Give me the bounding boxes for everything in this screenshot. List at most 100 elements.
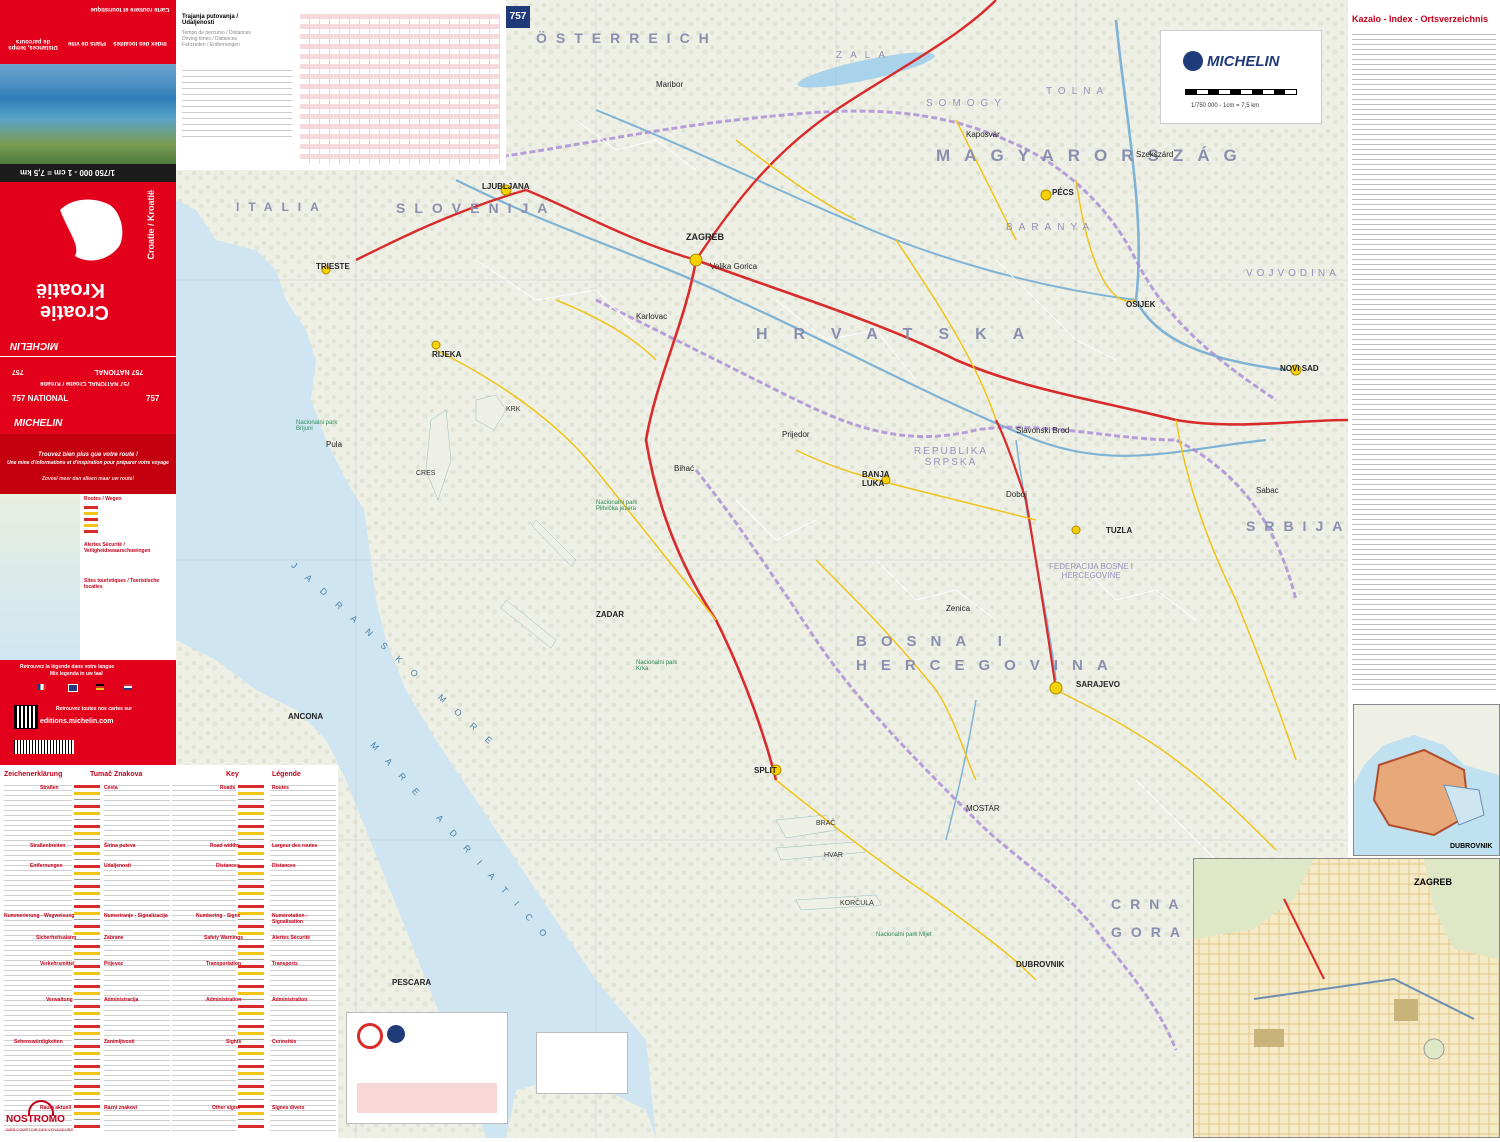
- legend-section: Razni znakovi: [104, 1105, 138, 1111]
- index-entries: [1352, 34, 1496, 694]
- city-label[interactable]: RIJEKA: [432, 350, 461, 359]
- cover-photo: [0, 64, 176, 164]
- cover-divider: [0, 356, 176, 357]
- city-label[interactable]: Sabac: [1256, 486, 1279, 495]
- scale-bar: [1185, 89, 1297, 95]
- park-label: Nacionalni park Mljet: [876, 932, 932, 938]
- country-label: SLOVENIJA: [396, 200, 557, 216]
- legend-swatch: [84, 506, 98, 536]
- cover-brand: MICHELIN: [10, 340, 59, 351]
- legend-section: Numérotation - Signalisation: [272, 913, 308, 925]
- city-label[interactable]: TUZLA: [1106, 526, 1132, 535]
- map-cover: Index des localités Plans de ville Dista…: [0, 0, 176, 765]
- region-label: SOMOGY: [926, 98, 1008, 109]
- cover-title-nl: Kroatië: [36, 279, 105, 301]
- city-label[interactable]: BANJA LUKA: [862, 470, 902, 488]
- flag-hr-icon[interactable]: [124, 684, 132, 690]
- city-label[interactable]: OSIJEK: [1126, 300, 1155, 309]
- bibendum-icon: [1183, 51, 1203, 71]
- city-label[interactable]: DUBROVNIK: [1016, 960, 1064, 969]
- place-index: Kazalo - Index - Ortsverzeichnis: [1348, 0, 1500, 705]
- cover-scale-strip: 1/750 000 - 1 cm = 7,5 km: [0, 164, 176, 182]
- cover-scale: 1/750 000 - 1 cm = 7,5 km: [20, 168, 115, 177]
- country-label: HRVATSKA: [756, 326, 1051, 343]
- zagreb-plan: [1194, 859, 1499, 1137]
- city-label[interactable]: Zenica: [946, 604, 970, 613]
- region-label: FEDERACIJA BOSNE I HERCEGOVINE: [1048, 562, 1134, 580]
- city-label[interactable]: SPLIT: [754, 766, 777, 775]
- city-label[interactable]: NOVI SAD: [1280, 364, 1319, 373]
- distance-title: Trajanja putovanja / Udaljenosti: [182, 14, 239, 26]
- country-label: ÖSTERREICH: [536, 30, 718, 46]
- city-label[interactable]: Kaposvár: [966, 130, 1000, 139]
- city-label[interactable]: Karlovac: [636, 312, 667, 321]
- city-label[interactable]: Pula: [326, 440, 342, 449]
- country-label: ITALIA: [236, 200, 328, 214]
- flag-uk-icon[interactable]: [68, 684, 78, 692]
- cover-series-line: 757 NATIONAL Croatie / Kroatië: [40, 380, 131, 386]
- cover-promo: Trouvez bien plus que votre route ! Une …: [0, 434, 176, 496]
- city-label[interactable]: LJUBLJANA: [482, 182, 530, 191]
- legend-section: Širina puteva: [104, 843, 136, 849]
- cover-line: Carte routière et touristique: [90, 6, 170, 12]
- legend-section: Sights: [226, 1039, 242, 1045]
- cover-legend: Routes / Wegen Alertes Sécurité / Veilig…: [0, 494, 176, 662]
- legend-section: Numeriranje - Signalizacija: [104, 913, 168, 919]
- region-label: ZALA: [836, 50, 894, 61]
- city-label[interactable]: PESCARA: [392, 978, 431, 987]
- park-label: Nacionalni park Brijuni: [296, 420, 338, 432]
- city-label[interactable]: ZADAR: [596, 610, 624, 619]
- city-label[interactable]: Doboj: [1006, 490, 1027, 499]
- lang-sub: Mix legenda in uw taal: [50, 671, 103, 677]
- info-box: [536, 1032, 628, 1094]
- island-label: KRK: [506, 406, 521, 413]
- legend-section: Safety Warnings: [204, 935, 243, 941]
- cover-number-rot: 757: [12, 368, 24, 375]
- legend-section: Entfernungen: [30, 863, 63, 869]
- legend-col-header: Key: [226, 771, 239, 778]
- legend-section: Administration: [206, 997, 242, 1003]
- cover-number: 757: [146, 394, 160, 403]
- city-label[interactable]: PÉCS: [1052, 188, 1074, 197]
- city-dot: [1049, 681, 1063, 695]
- flag-de-icon[interactable]: [96, 684, 104, 690]
- city-dot: [431, 340, 441, 350]
- map-logo-box: MICHELIN 1/750 000 - 1cm = 7,5 km: [1160, 30, 1322, 124]
- legend-section: Straßen: [40, 785, 59, 791]
- legend-title: Routes / Wegen: [84, 496, 122, 502]
- island-label: HVAR: [824, 852, 843, 859]
- cover-series: 757 NATIONAL: [12, 394, 69, 403]
- country-label: BOSNA I HERCEGOVINA: [856, 633, 1122, 674]
- dubrovnik-inset[interactable]: DUBROVNIK: [1353, 704, 1500, 856]
- legend-section: Numbering - Signs: [196, 913, 241, 919]
- qr-code-icon[interactable]: [14, 705, 38, 729]
- website-link[interactable]: editions.michelin.com: [40, 718, 114, 725]
- legend-section: Nummerierung - Wegweisung: [4, 913, 75, 919]
- cover-top-lines: Index des localités Plans de ville Dista…: [0, 0, 176, 64]
- warning-strip: [357, 1083, 497, 1113]
- cover-series-rot: 757 NATIONAL: [94, 368, 144, 375]
- city-label[interactable]: ANCONA: [288, 712, 323, 721]
- city-label[interactable]: Maribor: [656, 80, 683, 89]
- road-map[interactable]: 757 MICHELIN 1/750 000 - 1cm = 7,5 km ÖS…: [176, 0, 1348, 1138]
- city-dot: [1040, 189, 1052, 201]
- cover-title-fr: Croatie: [40, 301, 109, 323]
- city-label[interactable]: Szekszárd: [1136, 150, 1173, 159]
- city-label[interactable]: Slavonski Brod: [1016, 426, 1069, 435]
- city-label[interactable]: Prijedor: [782, 430, 810, 439]
- city-label[interactable]: MOSTAR: [966, 804, 1000, 813]
- region-label: VOJVODINA: [1246, 268, 1340, 279]
- city-label[interactable]: SARAJEVO: [1076, 680, 1120, 689]
- city-label[interactable]: ZAGREB: [686, 232, 724, 242]
- promo-line: Zoveel meer dan alleen maar uw route!: [41, 476, 135, 482]
- flag-fr-icon[interactable]: [38, 684, 46, 690]
- legend-section: Signes divers: [272, 1105, 305, 1111]
- legend-title: Sites touristiques / Toeristische locati…: [84, 578, 160, 590]
- legend-section: Transportation: [206, 961, 242, 967]
- city-label[interactable]: Velika Gorica: [710, 262, 757, 271]
- city-label[interactable]: Bihać: [674, 464, 694, 473]
- island-label: BRAČ: [816, 820, 836, 827]
- city-label[interactable]: TRIESTE: [316, 262, 350, 271]
- legend-col-header: Légende: [272, 771, 301, 778]
- zagreb-inset[interactable]: ZAGREB: [1193, 858, 1500, 1138]
